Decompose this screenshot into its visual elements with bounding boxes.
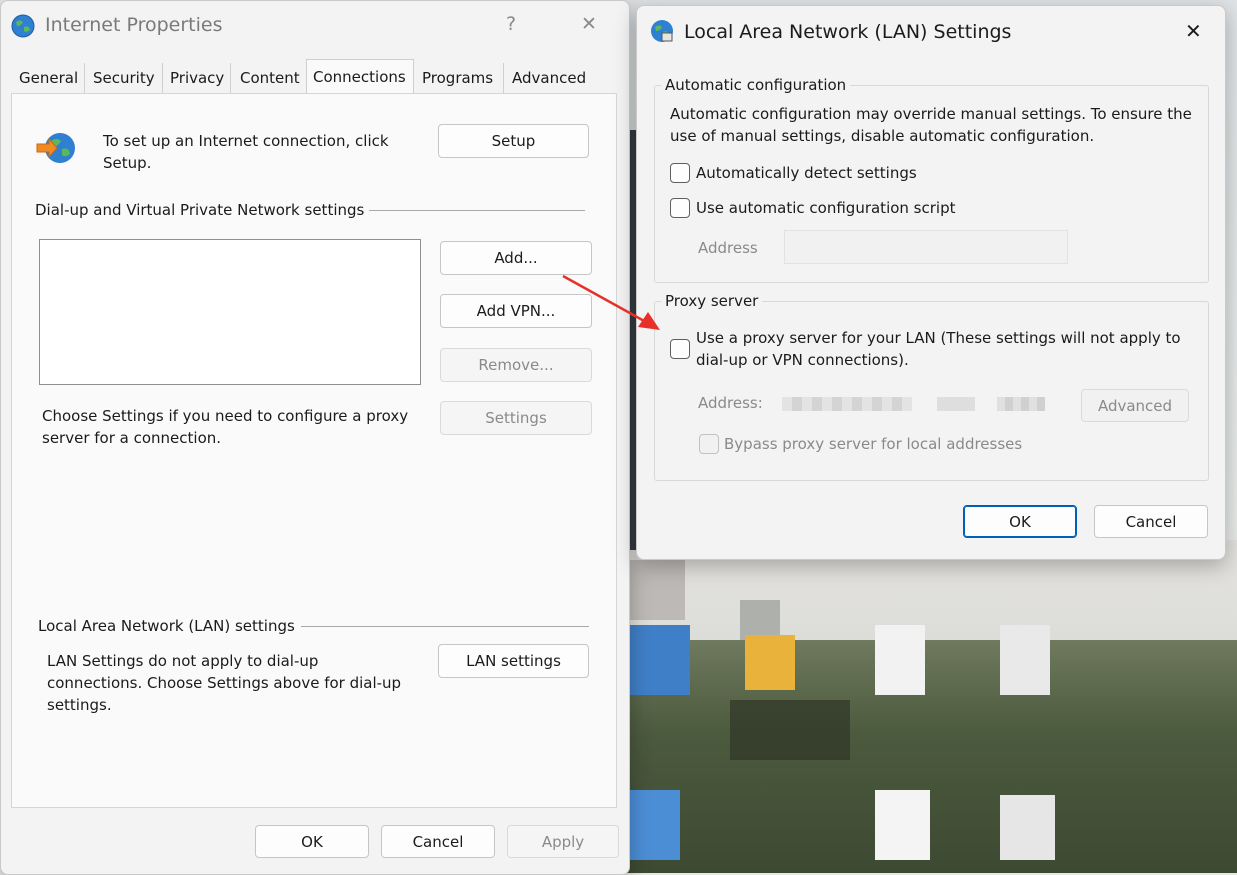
lan-heading: Local Area Network (LAN) settings [38,617,295,635]
cancel-button[interactable]: Cancel [1094,505,1208,538]
cancel-button[interactable]: Cancel [381,825,495,858]
tab-connections[interactable]: Connections [306,59,414,95]
auto-detect-checkbox[interactable] [670,163,690,183]
desktop-icon[interactable] [1000,795,1055,860]
network-setup-icon [36,129,76,171]
proxy-address-input[interactable] [782,391,1067,417]
dialog-title: Local Area Network (LAN) Settings [684,21,1012,43]
use-proxy-label[interactable]: Use a proxy server for your LAN (These s… [696,327,1201,371]
desktop-icon[interactable] [745,635,795,690]
pixel-block [730,700,850,760]
tab-general[interactable]: General [13,63,85,93]
add-vpn-button[interactable]: Add VPN... [440,294,592,328]
pixel-block [625,560,685,620]
ok-button[interactable]: OK [963,505,1077,538]
divider [301,626,589,627]
connections-panel: To set up an Internet connection, click … [11,93,617,808]
globe-icon [10,13,36,43]
desktop-icon[interactable] [875,625,925,695]
close-button[interactable]: ✕ [581,13,597,35]
setup-button[interactable]: Setup [438,124,589,158]
auto-script-checkbox[interactable] [670,198,690,218]
tab-content[interactable]: Content [234,63,306,93]
internet-properties-window: Internet Properties ? ✕ General Security… [0,0,630,875]
bypass-local-label[interactable]: Bypass proxy server for local addresses [724,433,1022,455]
setup-description: To set up an Internet connection, click … [103,132,389,172]
desktop-icon[interactable] [1000,625,1050,695]
desktop-icon[interactable] [875,790,930,860]
ok-button[interactable]: OK [255,825,369,858]
automatic-configuration-legend: Automatic configuration [661,74,851,96]
help-button[interactable]: ? [506,13,516,35]
dialup-heading: Dial-up and Virtual Private Network sett… [35,201,365,219]
tab-advanced[interactable]: Advanced [506,63,592,93]
tab-security[interactable]: Security [87,63,163,93]
lan-settings-dialog: Local Area Network (LAN) Settings ✕ Auto… [636,5,1226,560]
connections-listbox[interactable] [39,239,421,385]
script-address-input[interactable] [784,230,1068,264]
use-proxy-checkbox[interactable] [670,339,690,359]
divider [369,210,585,211]
close-button[interactable]: ✕ [1185,19,1202,43]
pixel-block [740,600,780,640]
script-address-label: Address [698,239,758,257]
tab-programs[interactable]: Programs [416,63,504,93]
add-button[interactable]: Add... [440,241,592,275]
apply-button[interactable]: Apply [507,825,619,858]
lan-settings-button[interactable]: LAN settings [438,644,589,678]
automatic-configuration-description: Automatic configuration may override man… [670,105,1192,145]
tab-privacy[interactable]: Privacy [164,63,231,93]
remove-button[interactable]: Remove... [440,348,592,382]
desktop-icon[interactable] [630,790,680,860]
title-bar: Internet Properties ? ✕ [1,1,629,51]
window-title: Internet Properties [45,14,223,36]
advanced-button[interactable]: Advanced [1081,389,1189,422]
lan-description: LAN Settings do not apply to dial-up con… [47,652,402,714]
proxy-address-label: Address: [698,394,763,412]
desktop-icon[interactable] [630,625,690,695]
globe-icon [649,18,675,48]
bypass-local-checkbox[interactable] [699,434,719,454]
auto-script-label[interactable]: Use automatic configuration script [696,197,955,219]
settings-description: Choose Settings if you need to configure… [42,407,409,447]
proxy-server-legend: Proxy server [661,290,763,312]
settings-button[interactable]: Settings [440,401,592,435]
auto-detect-label[interactable]: Automatically detect settings [696,162,917,184]
